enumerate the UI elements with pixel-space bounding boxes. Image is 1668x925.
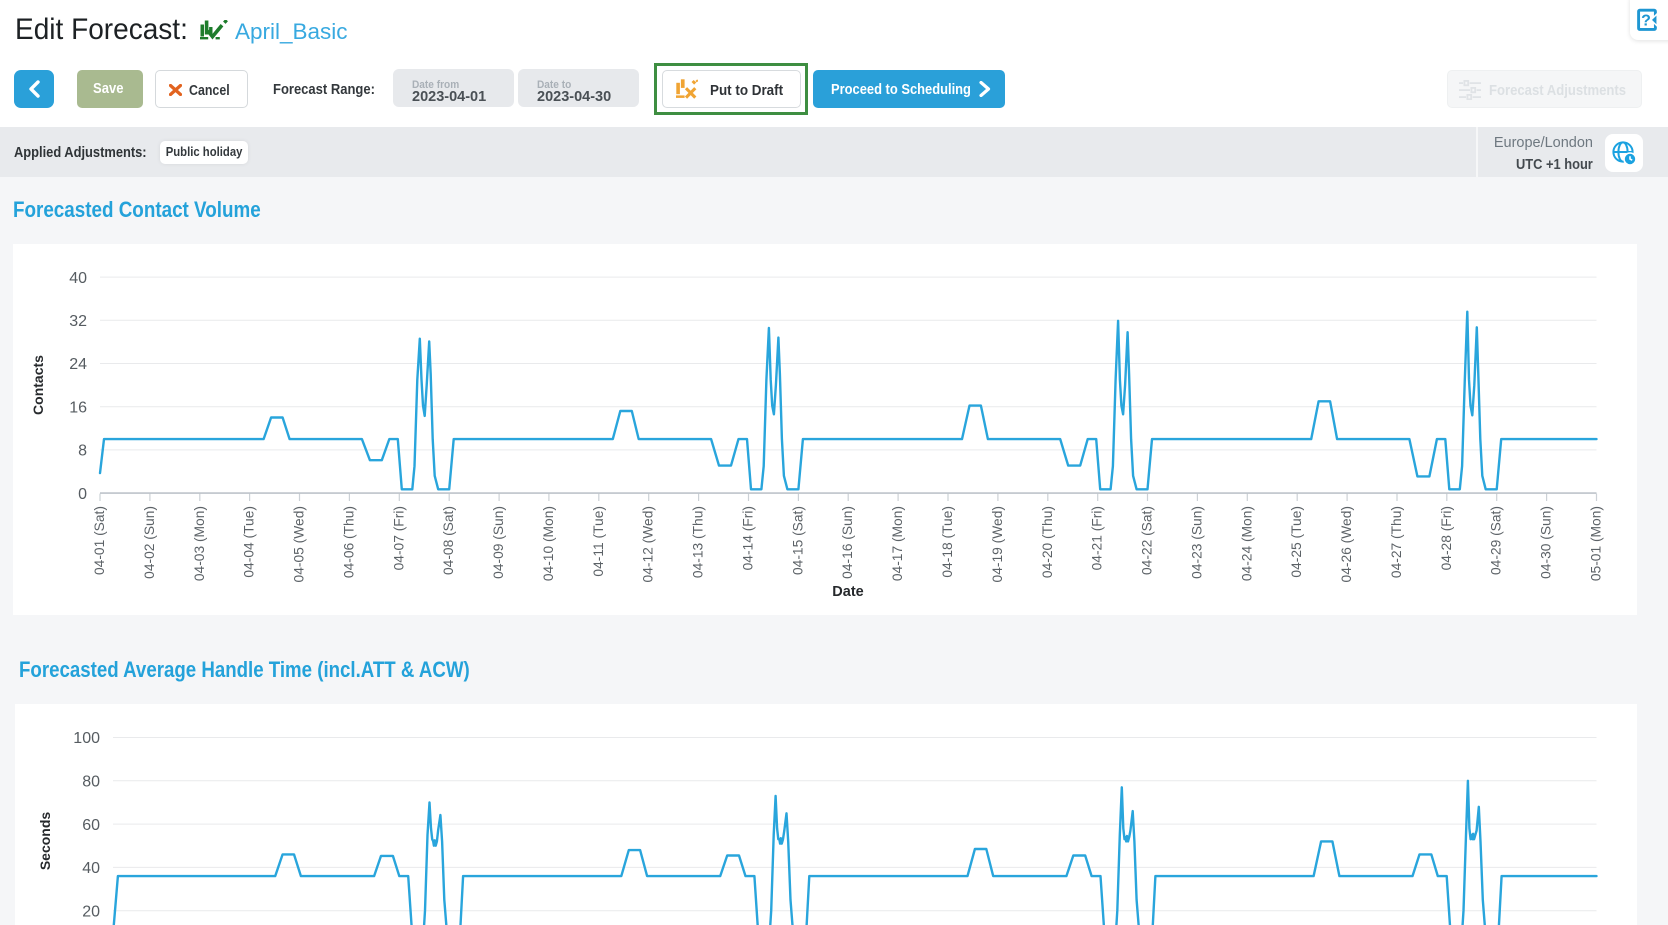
svg-text:04-03 (Mon): 04-03 (Mon) [192,506,207,581]
svg-text:Date: Date [832,584,863,600]
svg-text:04-18 (Tue): 04-18 (Tue) [940,506,955,578]
svg-text:04-25 (Tue): 04-25 (Tue) [1289,506,1304,578]
svg-text:05-01 (Mon): 05-01 (Mon) [1589,506,1604,581]
svg-text:04-12 (Wed): 04-12 (Wed) [641,506,656,582]
svg-text:04-30 (Sun): 04-30 (Sun) [1539,506,1554,579]
svg-text:32: 32 [69,313,87,330]
svg-text:04-29 (Sat): 04-29 (Sat) [1489,506,1504,575]
svg-text:Seconds: Seconds [37,812,53,871]
svg-text:20: 20 [82,903,100,920]
svg-text:100: 100 [73,730,100,747]
svg-text:04-10 (Mon): 04-10 (Mon) [541,506,556,581]
svg-text:Contacts: Contacts [30,355,46,415]
svg-text:04-15 (Sat): 04-15 (Sat) [790,506,805,575]
svg-text:04-02 (Sun): 04-02 (Sun) [142,506,157,579]
svg-text:04-14 (Fri): 04-14 (Fri) [741,506,756,570]
svg-text:04-22 (Sat): 04-22 (Sat) [1140,506,1155,575]
svg-text:04-27 (Thu): 04-27 (Thu) [1389,506,1404,578]
svg-text:04-26 (Wed): 04-26 (Wed) [1339,506,1354,582]
svg-text:04-05 (Wed): 04-05 (Wed) [292,506,307,582]
svg-text:04-23 (Sun): 04-23 (Sun) [1189,506,1204,579]
svg-text:40: 40 [82,860,100,877]
svg-text:80: 80 [82,774,100,791]
svg-text:04-08 (Sat): 04-08 (Sat) [441,506,456,575]
svg-text:60: 60 [82,817,100,834]
svg-text:04-19 (Wed): 04-19 (Wed) [990,506,1005,582]
svg-text:04-28 (Fri): 04-28 (Fri) [1439,506,1454,570]
svg-text:?: ? [1641,12,1651,29]
svg-text:04-11 (Tue): 04-11 (Tue) [591,506,606,577]
svg-text:04-06 (Thu): 04-06 (Thu) [341,506,356,578]
svg-text:04-13 (Thu): 04-13 (Thu) [691,506,706,578]
svg-text:0: 0 [78,486,87,503]
svg-text:04-07 (Fri): 04-07 (Fri) [391,506,406,570]
svg-text:04-21 (Fri): 04-21 (Fri) [1090,506,1105,570]
svg-text:04-24 (Mon): 04-24 (Mon) [1239,506,1254,581]
svg-text:04-16 (Sun): 04-16 (Sun) [840,506,855,579]
svg-text:04-09 (Sun): 04-09 (Sun) [491,506,506,579]
svg-text:04-20 (Thu): 04-20 (Thu) [1040,506,1055,578]
svg-text:04-04 (Tue): 04-04 (Tue) [242,506,257,578]
svg-text:16: 16 [69,399,87,416]
svg-text:40: 40 [69,270,87,287]
svg-text:04-17 (Mon): 04-17 (Mon) [890,506,905,581]
svg-text:8: 8 [78,443,87,460]
svg-text:04-01 (Sat): 04-01 (Sat) [92,506,107,575]
svg-text:24: 24 [69,356,87,373]
